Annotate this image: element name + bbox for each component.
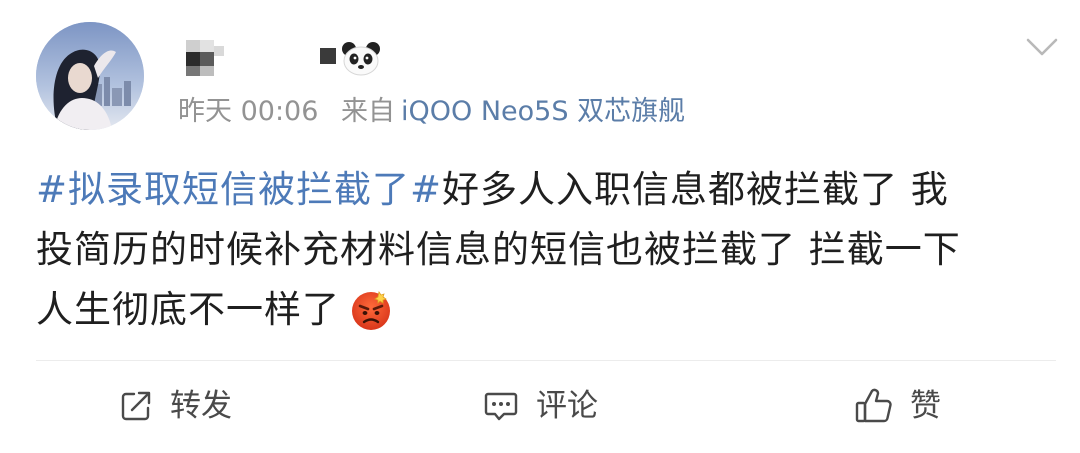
content-text: 人生彻底不一样了 (36, 288, 340, 331)
content-line-1: #拟录取短信被拦截了#好多人入职信息都被拦截了 我 (36, 160, 1056, 220)
chevron-down-icon[interactable] (1024, 34, 1060, 62)
repost-icon (121, 391, 151, 421)
mosaic-block (172, 36, 252, 80)
content-text: 好多人入职信息都被拦截了 我 (442, 168, 949, 211)
source-prefix: 来自 (341, 96, 395, 127)
avatar-image (36, 22, 144, 130)
content-line-2: 投简历的时候补充材料信息的短信也被拦截了 拦截一下 (36, 228, 961, 271)
angry-face-icon (352, 290, 390, 330)
weibo-post-card: 昨天 00:06 来自 iQOO Neo5S 双芯旗舰 #拟录取短信被拦截了#好多… (0, 0, 1080, 453)
comment-button[interactable]: 评论 (482, 380, 598, 432)
user-avatar[interactable] (36, 22, 144, 130)
thumbs-up-icon (855, 388, 892, 423)
post-time: 昨天 00:06 (178, 96, 319, 127)
mosaic-block (320, 36, 340, 80)
repost-label: 转发 (170, 388, 232, 424)
content-line-3: 人生彻底不一样了 (36, 280, 1056, 340)
post-meta: 昨天 00:06 来自 iQOO Neo5S 双芯旗舰 (178, 92, 685, 132)
like-button[interactable]: 赞 (854, 380, 941, 432)
divider (36, 360, 1056, 361)
source-device[interactable]: iQOO Neo5S 双芯旗舰 (401, 96, 685, 127)
comment-icon (484, 392, 518, 421)
hashtag-link[interactable]: #拟录取短信被拦截了# (36, 168, 442, 211)
like-label: 赞 (910, 388, 941, 424)
repost-button[interactable]: 转发 (118, 380, 232, 432)
panda-emoji-icon (342, 42, 380, 76)
post-content: #拟录取短信被拦截了#好多人入职信息都被拦截了 我 投简历的时候补充材料信息的短… (36, 160, 1056, 340)
comment-label: 评论 (536, 388, 598, 424)
